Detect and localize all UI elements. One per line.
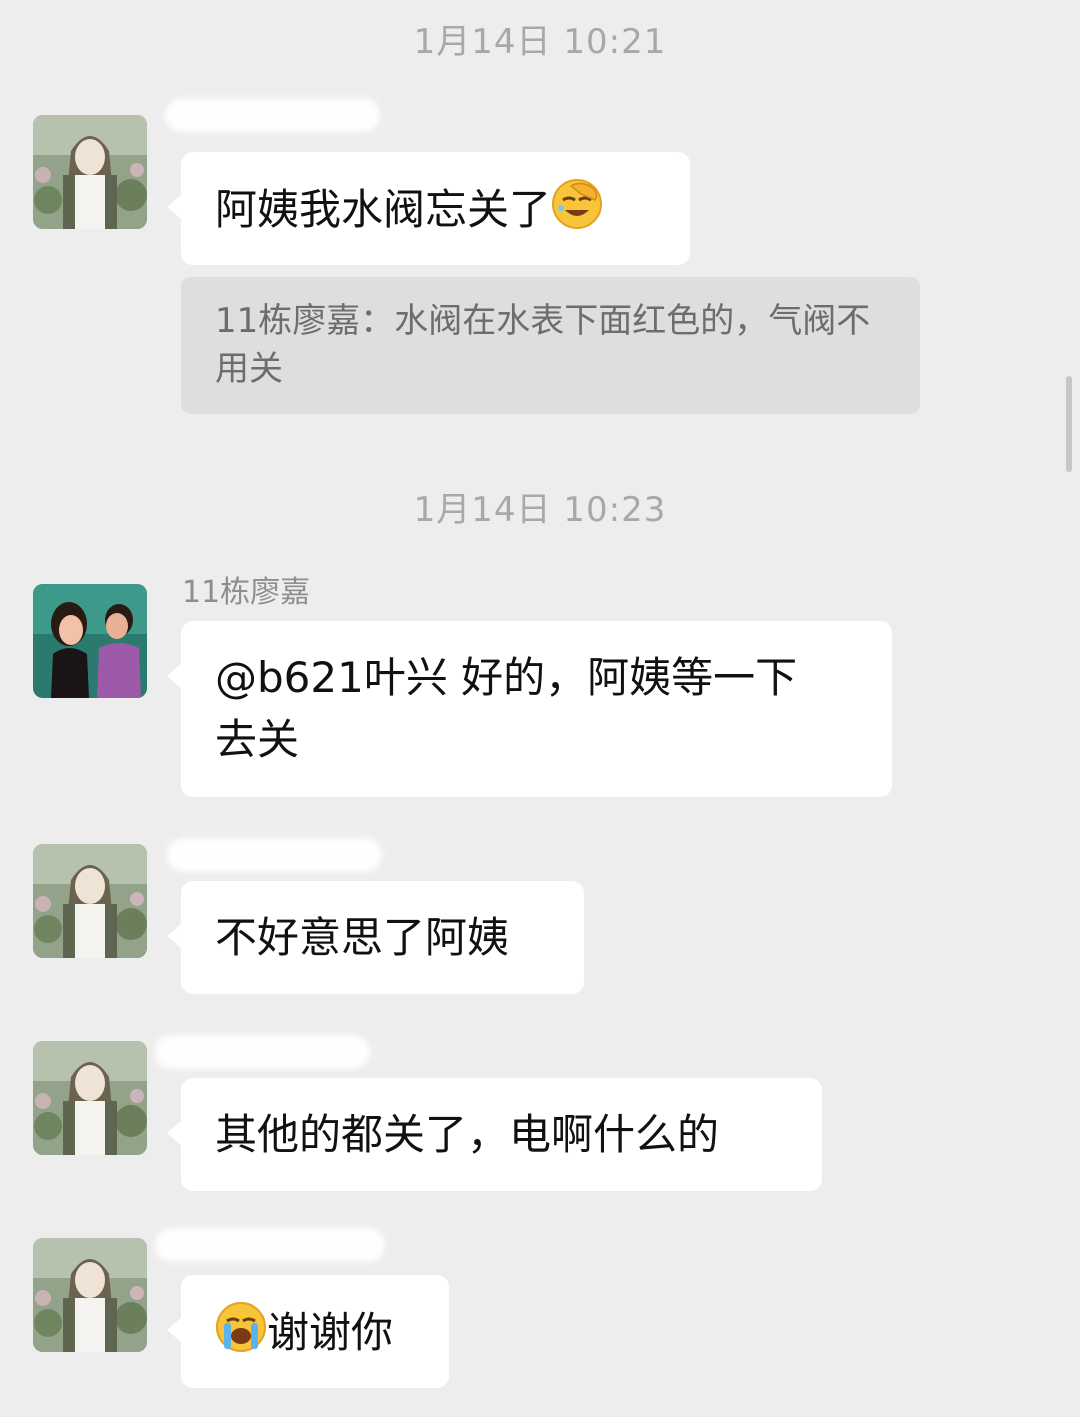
quote-text: 11栋廖嘉：水阀在水表下面红色的，气阀不用关 [215, 301, 871, 389]
avatar[interactable] [33, 115, 147, 229]
timestamp: 1月14日 10:23 [413, 490, 667, 530]
message-text-line: 去关 [215, 715, 300, 764]
message-bubble[interactable]: 阿姨我水阀忘关了 [167, 152, 690, 265]
message-bubble[interactable]: 谢谢你 [167, 1275, 449, 1388]
timestamp: 1月14日 10:21 [413, 22, 667, 62]
redacted-sender-name [165, 98, 380, 132]
message-text-line: @b621叶兴 好的，阿姨等一下 [215, 653, 798, 702]
scrollbar[interactable] [1066, 376, 1072, 472]
avatar[interactable] [33, 584, 147, 698]
avatar[interactable] [33, 844, 147, 958]
message-text: 谢谢你 [267, 1308, 394, 1357]
avatar[interactable] [33, 1041, 147, 1155]
facepalm-laugh-emoji-icon [551, 178, 603, 230]
message-text: 其他的都关了，电啊什么的 [215, 1110, 720, 1159]
redacted-sender-name [167, 838, 382, 872]
redacted-sender-name [155, 1035, 370, 1069]
message-bubble[interactable]: 不好意思了阿姨 [167, 881, 584, 994]
redacted-sender-name [155, 1228, 385, 1262]
quoted-reply[interactable]: 11栋廖嘉：水阀在水表下面红色的，气阀不用关 [181, 277, 920, 414]
avatar[interactable] [33, 1238, 147, 1352]
message-text: 不好意思了阿姨 [215, 913, 510, 962]
message-bubble[interactable]: 其他的都关了，电啊什么的 [167, 1078, 822, 1191]
message-bubble[interactable]: @b621叶兴 好的，阿姨等一下 去关 [167, 621, 892, 797]
sender-name: 11栋廖嘉 [182, 575, 311, 610]
crying-emoji-icon [215, 1301, 267, 1353]
message-text: 阿姨我水阀忘关了 [215, 185, 552, 234]
